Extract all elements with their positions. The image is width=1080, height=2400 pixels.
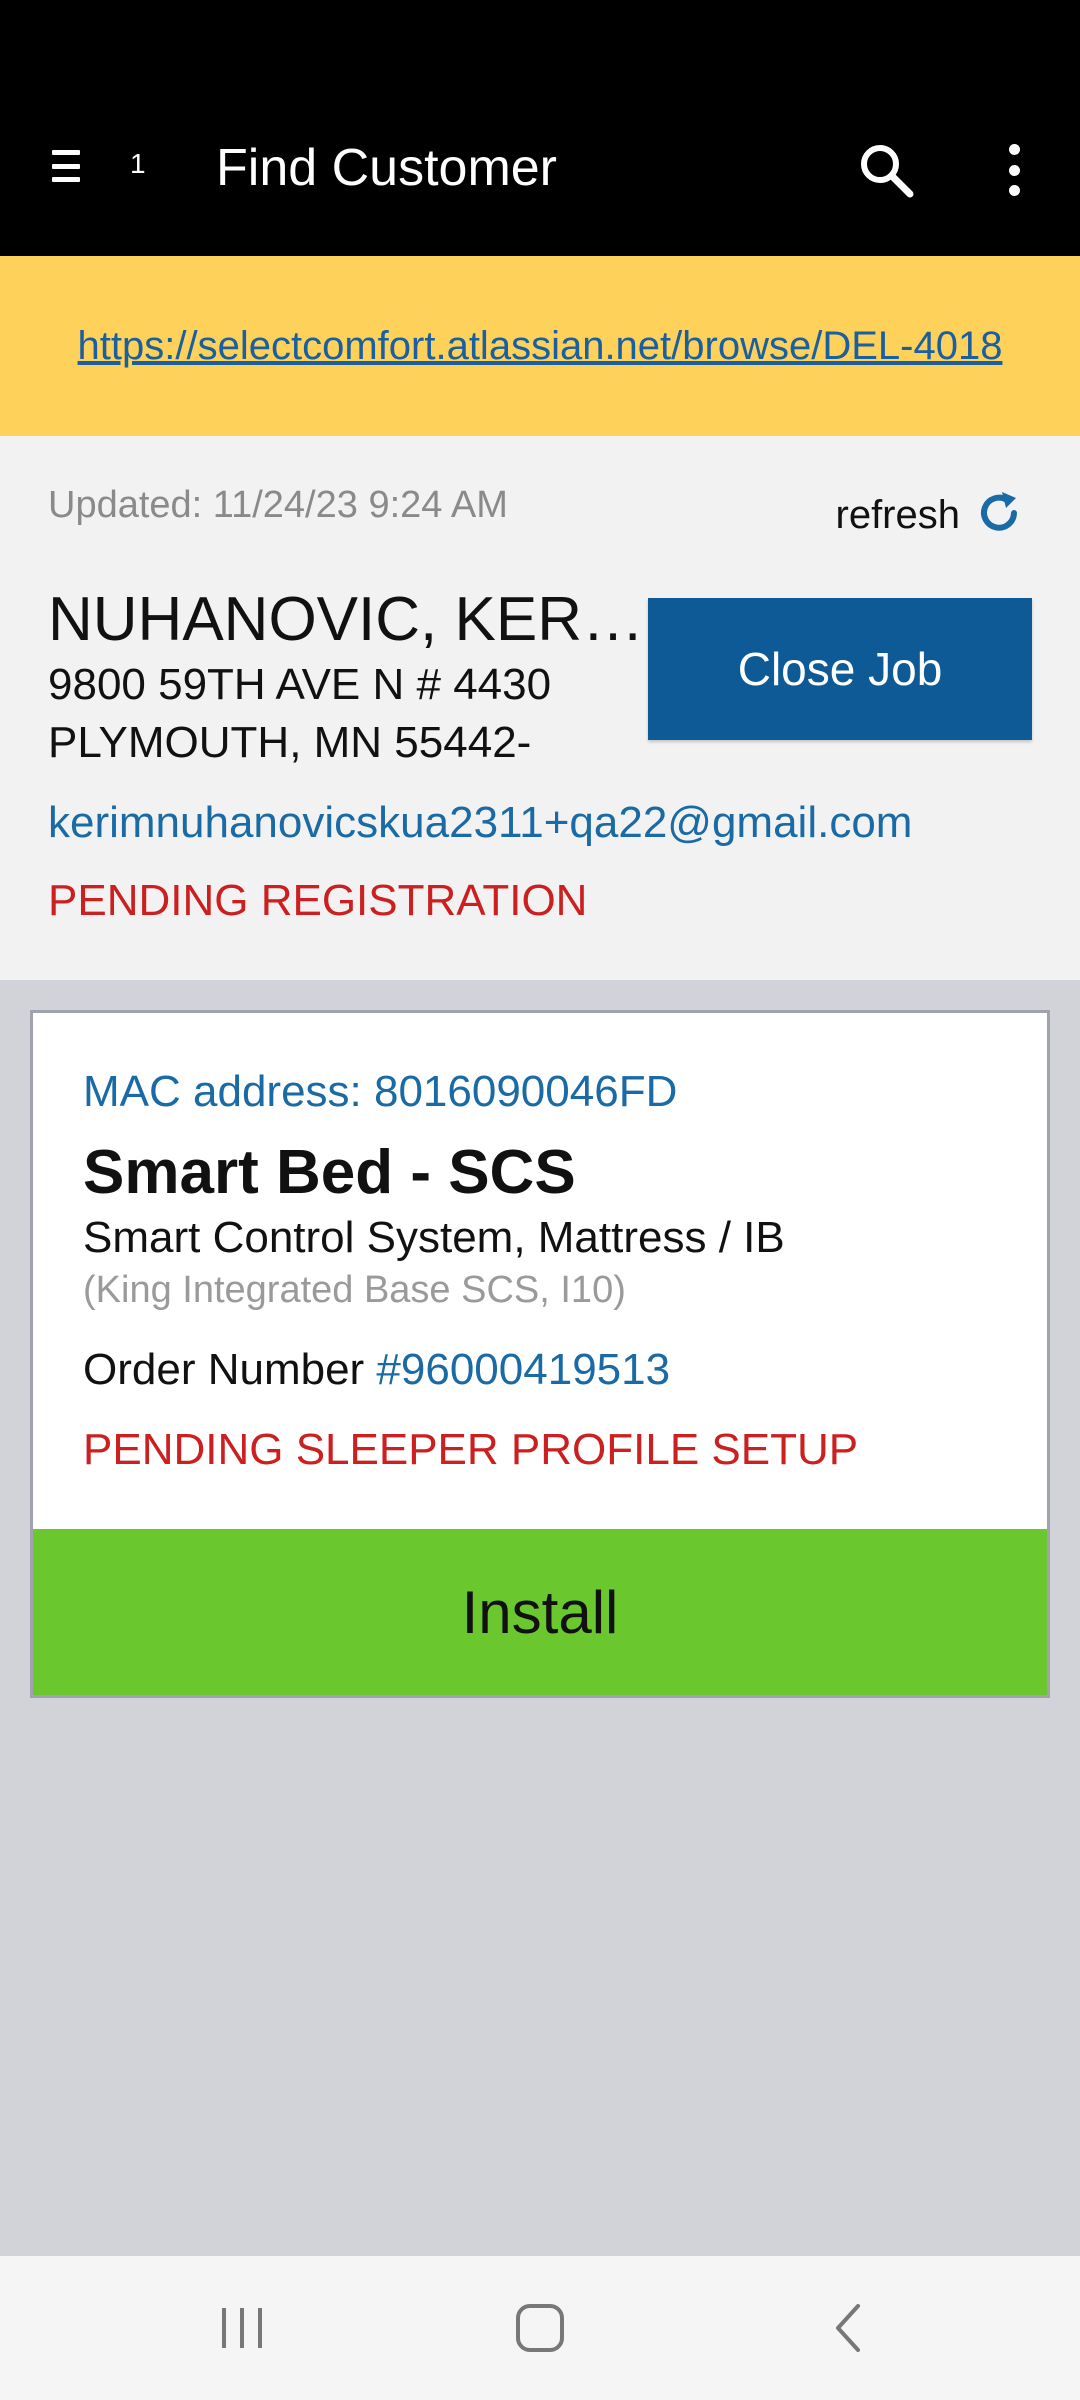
search-icon[interactable] — [856, 140, 916, 200]
close-job-button[interactable]: Close Job — [648, 598, 1032, 740]
address-line-1: 9800 59TH AVE N # 4430 — [48, 660, 552, 709]
sleeper-status: PENDING SLEEPER PROFILE SETUP — [83, 1425, 859, 1474]
status-bar — [0, 0, 1080, 80]
refresh-button[interactable]: refresh — [836, 488, 1025, 543]
customer-name: NUHANOVIC, KERIM — [48, 585, 648, 654]
refresh-label: refresh — [835, 493, 961, 537]
jira-link[interactable]: https://selectcomfort.atlassian.net/brow… — [78, 324, 1003, 369]
page-title: Find Customer — [216, 139, 557, 197]
menu-badge-count: 1 — [130, 148, 146, 179]
order-number-row: Order Number #96000419513 — [83, 1345, 670, 1395]
system-nav-bar — [0, 2256, 1080, 2400]
home-icon[interactable] — [500, 2296, 580, 2360]
app-bar: 1 Find Customer — [0, 80, 1080, 256]
jira-banner: https://selectcomfort.atlassian.net/brow… — [0, 256, 1080, 436]
order-number-link[interactable]: #96000419513 — [376, 1345, 670, 1394]
customer-panel: Updated: 11/24/23 9:24 AM refresh NUHANO… — [0, 436, 1080, 980]
updated-timestamp: Updated: 11/24/23 9:24 AM — [48, 484, 508, 526]
install-button[interactable]: Install — [33, 1529, 1047, 1695]
mac-address: MAC address: 8016090046FD — [83, 1067, 678, 1116]
hamburger-icon[interactable] — [52, 150, 88, 182]
registration-status: PENDING REGISTRATION — [48, 876, 588, 925]
order-number-label: Order Number — [83, 1345, 365, 1394]
back-icon[interactable] — [808, 2296, 888, 2360]
product-name: Smart Bed - SCS — [83, 1138, 576, 1207]
refresh-icon — [974, 488, 1024, 543]
product-sub-description: (King Integrated Base SCS, I10) — [83, 1269, 626, 1311]
more-vert-icon[interactable] — [996, 140, 1032, 200]
address-line-2: PLYMOUTH, MN 55442- — [48, 718, 532, 767]
device-card: MAC address: 8016090046FD Smart Bed - SC… — [30, 1010, 1050, 1698]
customer-email[interactable]: kerimnuhanovicskua2311+qa22@gmail.com — [48, 798, 912, 848]
recents-icon[interactable] — [202, 2296, 282, 2360]
product-description: Smart Control System, Mattress / IB — [83, 1213, 785, 1262]
